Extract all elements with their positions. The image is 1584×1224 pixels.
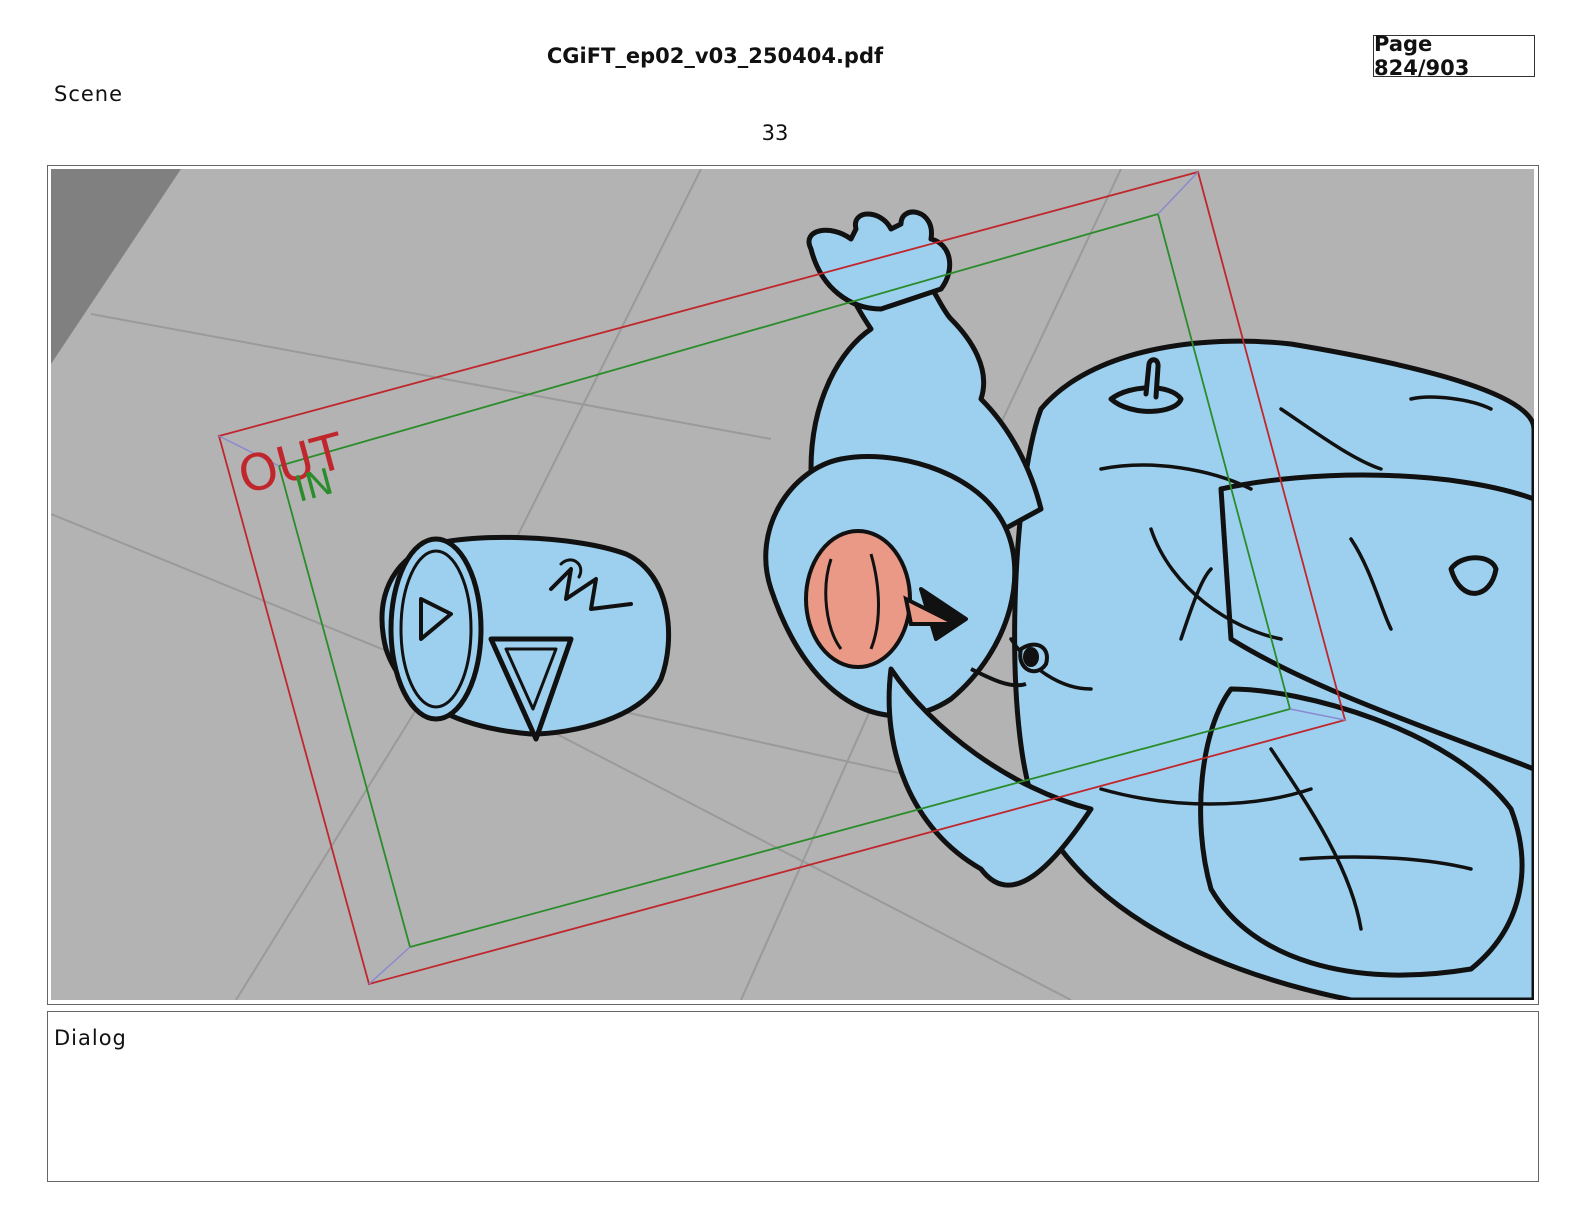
dialog-box: Dialog [47, 1011, 1539, 1182]
page-indicator: Page 824/903 [1373, 32, 1535, 80]
drink-can [379, 534, 672, 742]
document-title: CGiFT_ep02_v03_250404.pdf [546, 44, 884, 68]
dialog-label: Dialog [54, 1026, 127, 1050]
panel-illustration: OUT IN [51, 169, 1534, 1000]
scene-number: 33 [761, 121, 789, 145]
storyboard-panel: OUT IN [47, 165, 1539, 1005]
panel-artwork: OUT IN [51, 169, 1534, 1000]
scene-label: Scene [54, 82, 124, 106]
